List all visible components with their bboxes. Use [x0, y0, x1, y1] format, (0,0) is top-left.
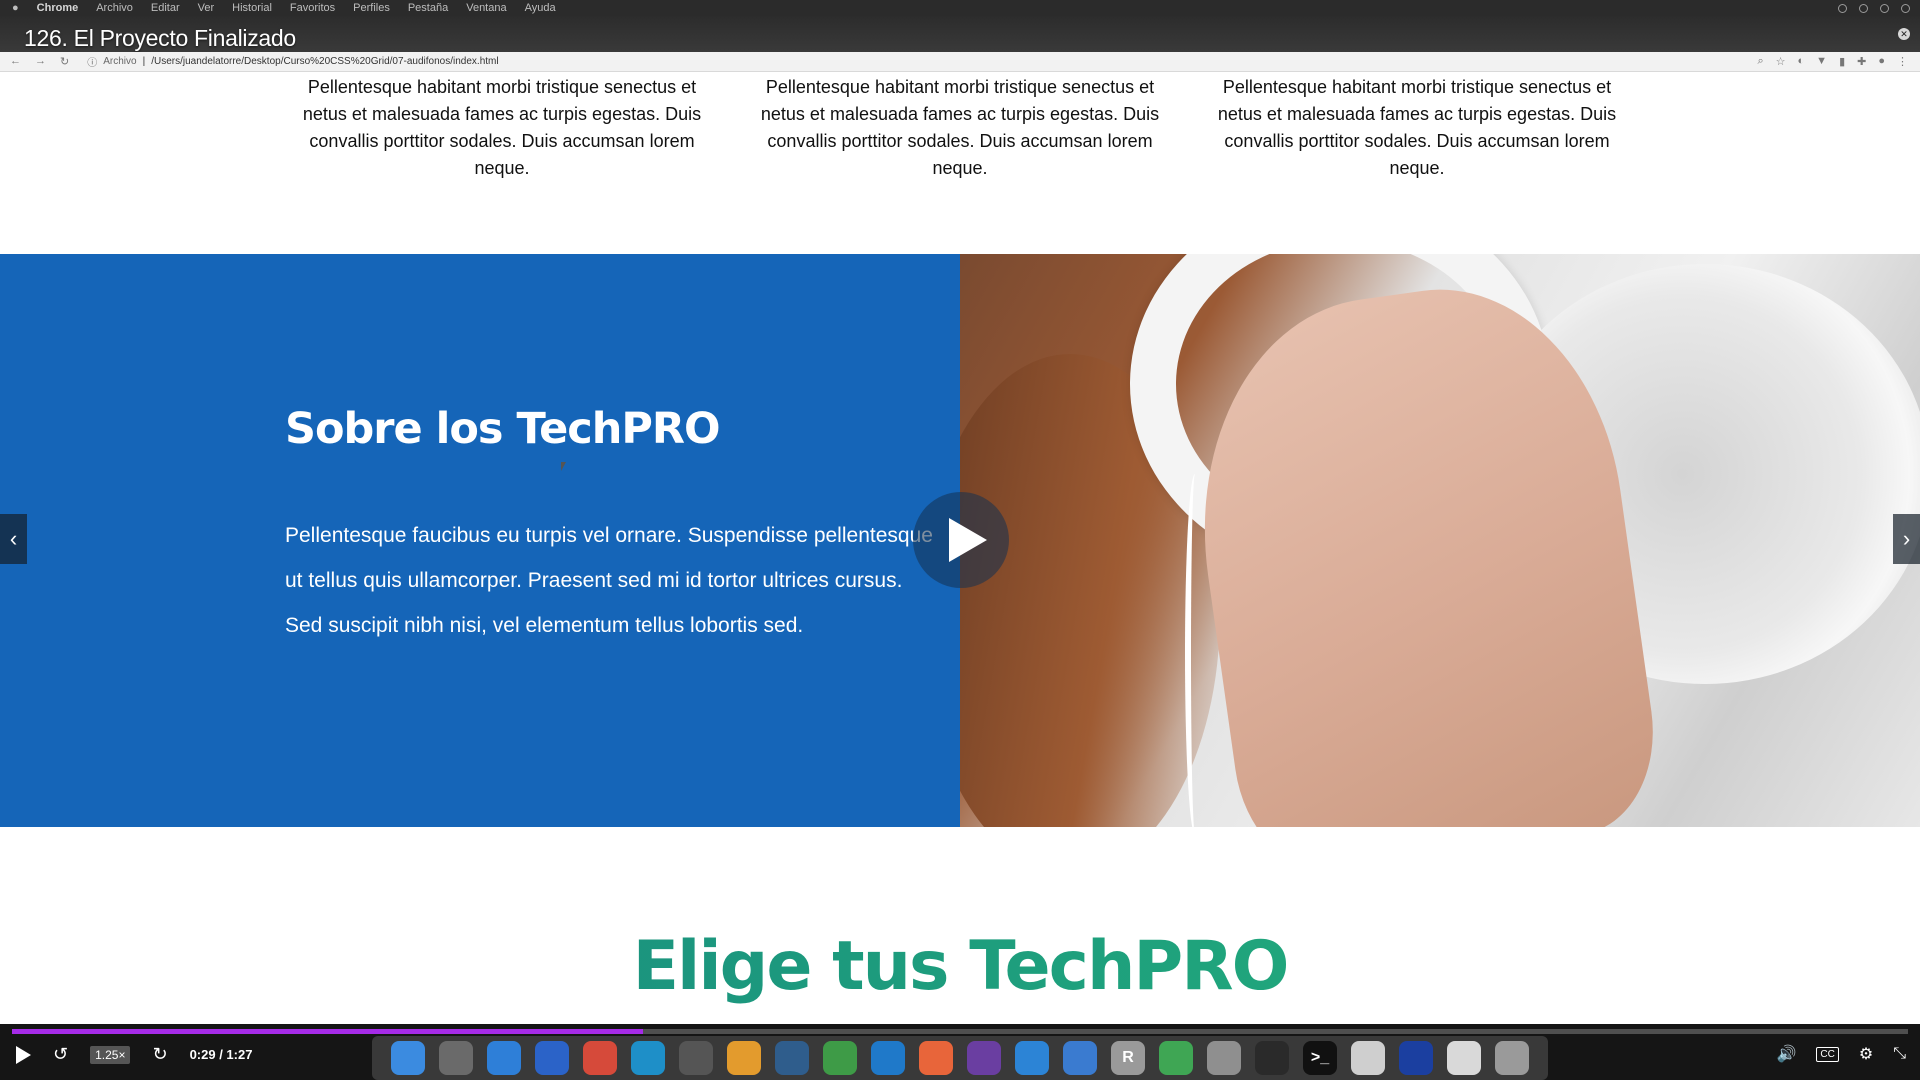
browser-toolbar: ← → ↻ ⓘ Archivo | /Users/juandelatorre/D…	[0, 52, 1920, 72]
xcode-icon[interactable]	[1015, 1041, 1049, 1075]
choose-section: Elige tus TechPRO	[0, 827, 1920, 1024]
macos-menubar: ● Chrome Archivo Editar Ver Historial Fa…	[0, 0, 1920, 16]
extension-icon[interactable]: ▼	[1816, 55, 1827, 68]
github-desktop-icon[interactable]	[967, 1041, 1001, 1075]
search-icon[interactable]	[1901, 3, 1910, 13]
play-overlay-button[interactable]	[913, 492, 1009, 588]
volume-icon[interactable]: 🔊	[1776, 1044, 1796, 1064]
android-studio-icon[interactable]	[1159, 1041, 1193, 1075]
video-title: 126. El Proyecto Finalizado	[24, 25, 296, 51]
menubar-item-pestana[interactable]: Pestaña	[408, 2, 448, 14]
back-icon[interactable]: ←	[10, 55, 21, 68]
feature-text: Pellentesque habitant morbi tristique se…	[302, 77, 702, 178]
edge-icon[interactable]	[631, 1041, 665, 1075]
previous-lesson-button[interactable]: ‹	[0, 514, 27, 564]
extension-icon[interactable]: ▮	[1839, 55, 1845, 68]
status-icon[interactable]	[1859, 3, 1868, 13]
about-text-panel: Sobre los TechPRO Pellentesque faucibus …	[0, 254, 960, 827]
forward-icon[interactable]: →	[35, 55, 46, 68]
documents-icon[interactable]	[1447, 1041, 1481, 1075]
chrome-icon[interactable]	[583, 1041, 617, 1075]
chevron-right-icon: ›	[1902, 526, 1911, 551]
status-icon[interactable]	[1838, 3, 1847, 13]
terminal-icon[interactable]: >_	[1303, 1041, 1337, 1075]
about-heading: Sobre los TechPRO	[285, 404, 721, 454]
rewind-icon[interactable]: ↺	[53, 1044, 68, 1065]
info-icon[interactable]: ⓘ	[87, 54, 97, 69]
video-time: 0:29 / 1:27	[189, 1047, 253, 1062]
r-icon[interactable]: R	[1111, 1041, 1145, 1075]
play-icon[interactable]	[16, 1045, 31, 1064]
finder-icon[interactable]	[391, 1041, 425, 1075]
safari-icon[interactable]	[487, 1041, 521, 1075]
vscode-icon[interactable]	[871, 1041, 905, 1075]
extensions-puzzle-icon[interactable]: ✚	[1857, 55, 1866, 68]
captions-icon[interactable]: CC	[1816, 1046, 1839, 1062]
menubar-item-ventana[interactable]: Ventana	[466, 2, 506, 14]
obs-icon[interactable]	[1255, 1041, 1289, 1075]
next-lesson-button[interactable]: ›	[1893, 514, 1920, 564]
menubar-item-ayuda[interactable]: Ayuda	[525, 2, 556, 14]
feature-text: Pellentesque habitant morbi tristique se…	[760, 77, 1160, 178]
address-url[interactable]: /Users/juandelatorre/Desktop/Curso%20CSS…	[151, 56, 498, 67]
mysql-workbench-icon[interactable]	[775, 1041, 809, 1075]
close-icon[interactable]: ✕	[1898, 28, 1910, 40]
player-controls-left: ↺ 1.25× ↻ 0:29 / 1:27	[16, 1044, 252, 1065]
video-player-bar: R >_ ↺ 1.25× ↻ 0:29 / 1:27 🔊 CC ⚙ ⤡	[0, 1024, 1920, 1080]
sequel-icon[interactable]	[727, 1041, 761, 1075]
playback-speed-button[interactable]: 1.25×	[90, 1045, 131, 1064]
address-divider: |	[142, 56, 146, 67]
menubar-app-name[interactable]: Chrome	[37, 2, 79, 14]
menubar-status-icons	[1838, 0, 1910, 16]
audacity-icon[interactable]	[1399, 1041, 1433, 1075]
trash-icon[interactable]	[1495, 1041, 1529, 1075]
text-editor-icon[interactable]	[1351, 1041, 1385, 1075]
video-progress-bar[interactable]	[12, 1029, 1908, 1034]
firefox-icon[interactable]	[535, 1041, 569, 1075]
video-progress-fill	[12, 1029, 644, 1034]
bookmark-star-icon[interactable]: ☆	[1776, 55, 1786, 68]
choose-heading: Elige tus TechPRO	[0, 927, 1920, 1006]
zoom-icon[interactable]: ⌕	[1757, 55, 1763, 68]
forward-icon[interactable]: ↻	[152, 1044, 167, 1065]
postman-icon[interactable]	[919, 1041, 953, 1075]
menubar-item-historial[interactable]: Historial	[232, 2, 272, 14]
settings-gear-icon[interactable]: ⚙	[1859, 1044, 1873, 1064]
headphone-cable-shape	[1185, 474, 1205, 827]
macos-dock: R >_	[372, 1036, 1548, 1080]
headphones-photo	[960, 254, 1920, 827]
chevron-left-icon: ‹	[9, 526, 18, 551]
mouse-cursor-icon	[561, 462, 566, 471]
address-scheme-label: Archivo	[103, 56, 137, 67]
browser-menu-icon[interactable]: ⋮	[1897, 55, 1908, 68]
system-preferences-icon[interactable]	[679, 1041, 713, 1075]
launchpad-icon[interactable]	[439, 1041, 473, 1075]
menubar-item-perfiles[interactable]: Perfiles	[353, 2, 390, 14]
mongodb-icon[interactable]	[823, 1041, 857, 1075]
fullscreen-exit-icon[interactable]: ⤡	[1893, 1045, 1906, 1063]
sketch-icon[interactable]	[1207, 1041, 1241, 1075]
profile-avatar-icon[interactable]: ●	[1878, 55, 1885, 68]
reload-icon[interactable]: ↻	[60, 55, 69, 68]
wifi-icon[interactable]	[1880, 3, 1889, 13]
player-controls-right: 🔊 CC ⚙ ⤡	[1776, 1044, 1906, 1064]
extension-icon[interactable]: ◐	[1798, 55, 1805, 68]
about-paragraph: Pellentesque faucibus eu turpis vel orna…	[285, 524, 933, 637]
menubar-item-archivo[interactable]: Archivo	[96, 2, 133, 14]
features-section: Pellentesque habitant morbi tristique se…	[0, 72, 1920, 254]
address-bar[interactable]: ⓘ Archivo | /Users/juandelatorre/Desktop…	[87, 54, 498, 69]
menubar-item-editar[interactable]: Editar	[151, 2, 180, 14]
menubar-item-ver[interactable]: Ver	[198, 2, 215, 14]
simulator-icon[interactable]	[1063, 1041, 1097, 1075]
apple-menu-icon[interactable]: ●	[12, 2, 19, 14]
menubar-item-favoritos[interactable]: Favoritos	[290, 2, 335, 14]
feature-text: Pellentesque habitant morbi tristique se…	[1217, 77, 1617, 178]
